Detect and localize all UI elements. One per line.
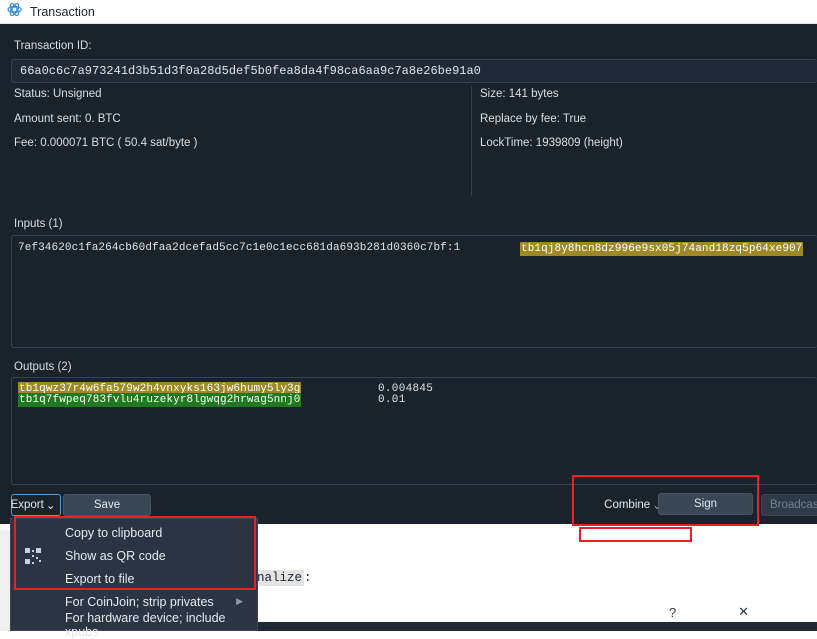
fee-line: Fee: 0.000071 BTC ( 50.4 sat/byte ): [14, 137, 198, 149]
input-row[interactable]: 7ef34620c1fa264cb60dfaa2dcefad5cc7c1e0c1…: [18, 242, 817, 256]
menu-item-label: Copy to clipboard: [65, 525, 163, 540]
locktime-line: LockTime: 1939809 (height): [480, 137, 623, 149]
input-address: tb1qj8y8hcn8dz996e9sx05j74and18zq5p64xe9…: [520, 242, 804, 256]
save-button[interactable]: Save: [63, 494, 151, 516]
outputs-label: Outputs (2): [14, 361, 72, 373]
export-context-menu[interactable]: Copy to clipboard Show as QR code Export…: [10, 518, 258, 639]
sign-button[interactable]: Sign: [658, 493, 753, 515]
replace-by-fee-line: Replace by fee: True: [480, 113, 587, 125]
save-button-label: Save: [93, 499, 121, 511]
menu-item-label: For CoinJoin; strip privates: [65, 594, 214, 609]
combine-button[interactable]: Combine ⌄: [602, 494, 664, 516]
transaction-dialog: Transaction Transaction ID: 66a0c6c7a973…: [0, 0, 817, 524]
size-line: Size: 141 bytes: [480, 88, 559, 100]
status-line: Status: Unsigned: [14, 88, 102, 100]
window-title: Transaction: [30, 4, 95, 19]
amount-sent-line: Amount sent: 0. BTC: [14, 113, 121, 125]
output-address: tb1q7fwpeq783fvlu4ruzekyr8lgwqg2hrwag5nn…: [18, 393, 302, 407]
title-bar: Transaction: [0, 0, 817, 24]
background-finalize-row: finalize:: [240, 568, 540, 588]
transaction-id-field[interactable]: 66a0c6c7a973241d3b51d3f0a28d5def5b0fea8d…: [11, 59, 817, 83]
output-amount: 0.01: [378, 394, 406, 406]
export-button-label: Export: [10, 499, 44, 511]
menu-item-show-as-qr-code[interactable]: Show as QR code: [11, 544, 257, 567]
finalize-suffix: :: [304, 571, 312, 585]
close-button[interactable]: ✕: [738, 604, 749, 620]
menu-item-copy-to-clipboard[interactable]: Copy to clipboard: [11, 521, 257, 544]
background-window-buttons: ? ✕: [669, 601, 749, 623]
inputs-list[interactable]: 7ef34620c1fa264cb60dfaa2dcefad5cc7c1e0c1…: [11, 235, 817, 348]
broadcast-button[interactable]: Broadcas: [761, 494, 817, 516]
menu-item-label: For hardware device; include xpubs: [65, 610, 226, 639]
atom-icon: [7, 2, 22, 22]
menu-item-label: Show as QR code: [65, 548, 166, 563]
info-column-divider: [471, 86, 472, 196]
qr-code-icon: [25, 548, 41, 564]
export-button[interactable]: Export ⌄: [11, 494, 61, 516]
menu-item-export-to-file[interactable]: Export to file: [11, 567, 257, 590]
output-row[interactable]: tb1q7fwpeq783fvlu4ruzekyr8lgwqg2hrwag5nn…: [18, 393, 405, 407]
broadcast-button-label: Broadcas: [770, 499, 817, 511]
input-outpoint: 7ef34620c1fa264cb60dfaa2dcefad5cc7c1e0c1…: [18, 242, 461, 254]
sign-button-label: Sign: [693, 498, 718, 510]
outputs-list[interactable]: tb1qwz37r4w6fa579w2h4vnxyks163jw6humy5ly…: [11, 377, 817, 485]
chevron-down-icon: ⌄: [45, 500, 56, 512]
combine-button-label: Combine: [604, 499, 651, 511]
menu-item-label: Export to file: [65, 571, 135, 586]
help-button[interactable]: ?: [669, 605, 676, 620]
background-window-left-strip: [0, 530, 10, 631]
chevron-right-icon: ▶: [236, 596, 243, 606]
inputs-label: Inputs (1): [14, 218, 63, 230]
menu-item-hardware-include-xpubs[interactable]: For hardware device; include xpubs: [11, 610, 257, 639]
transaction-id-label: Transaction ID:: [14, 40, 92, 52]
